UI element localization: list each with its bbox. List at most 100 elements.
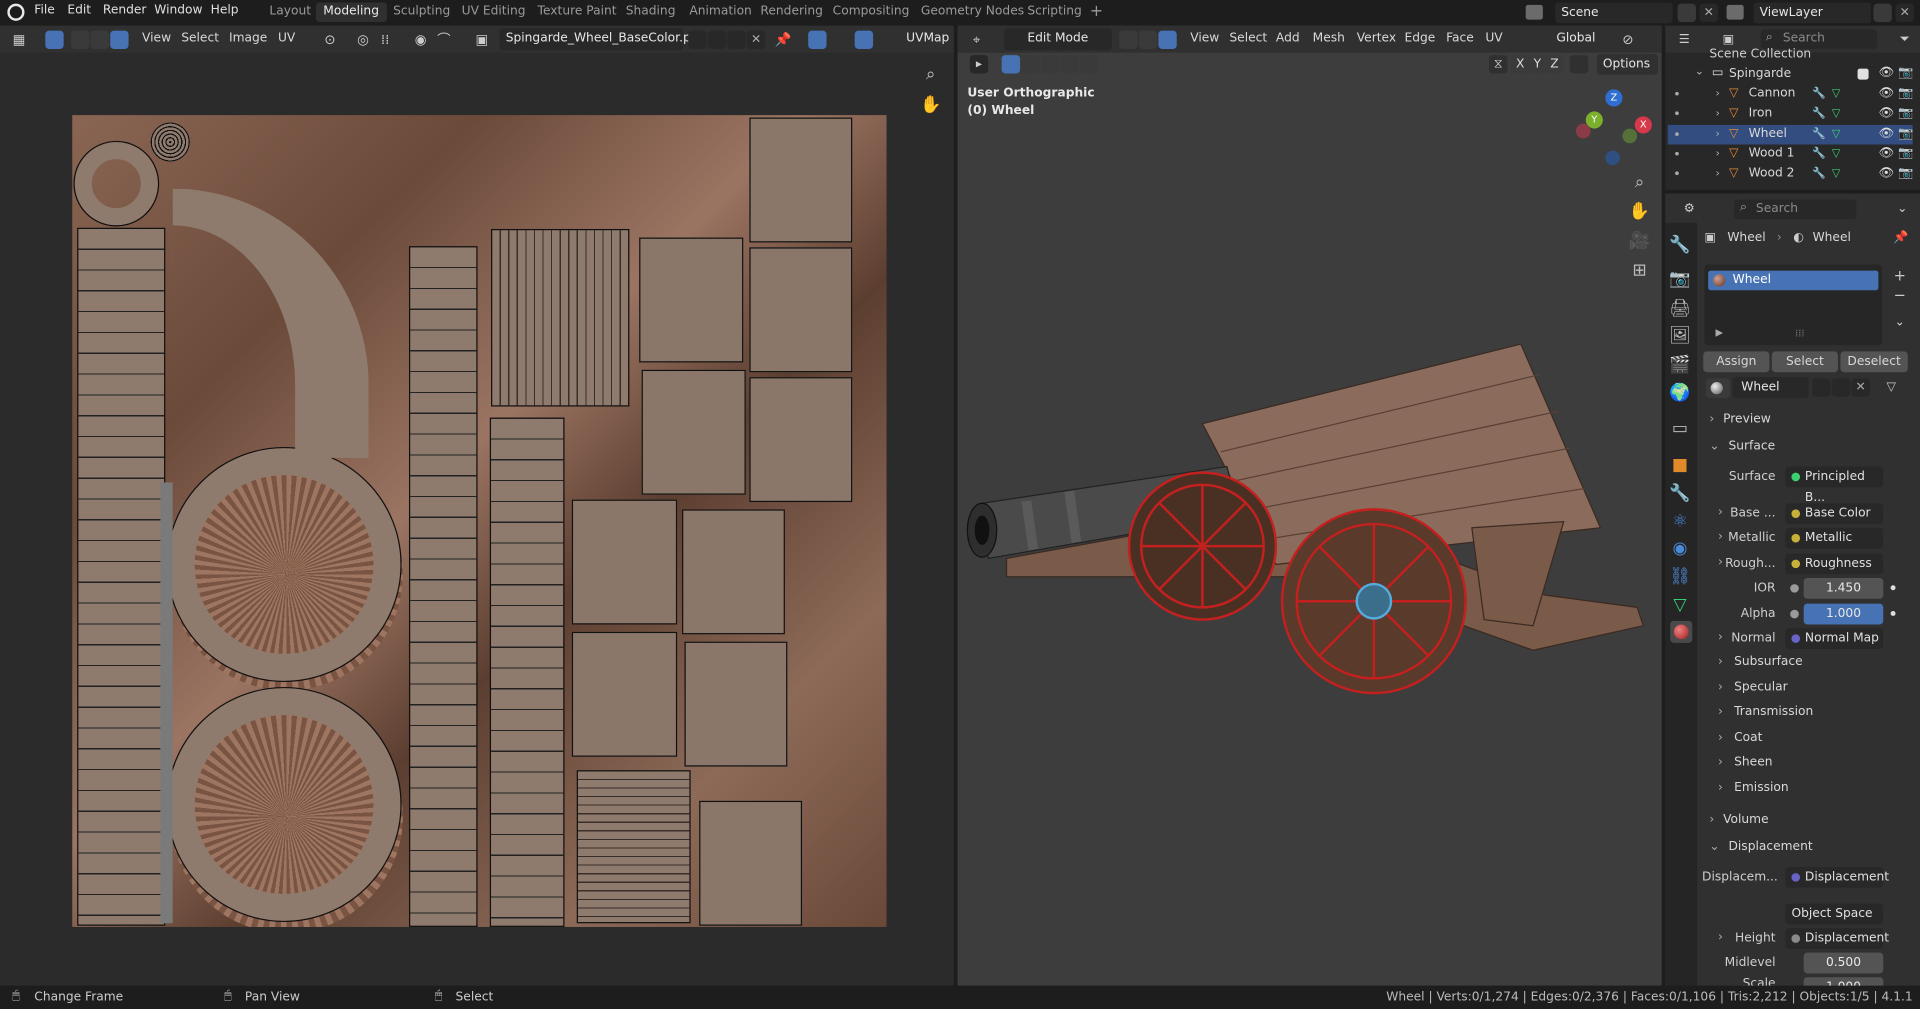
display-mode-icon[interactable]: ▣ — [1719, 30, 1738, 49]
menu-edit[interactable]: Edit — [67, 4, 91, 17]
view-layer-field[interactable]: ViewLayer — [1753, 2, 1872, 24]
preview-section-header[interactable]: › Preview — [1709, 413, 1770, 426]
viewport-editor-type-icon[interactable]: ⌖ — [967, 30, 986, 49]
snap-target-icon[interactable]: ⁞⁞ — [375, 30, 395, 49]
collection-render-icon[interactable]: 📷 — [1898, 66, 1913, 79]
proportional-edit-icon[interactable]: ◉ — [411, 30, 430, 49]
vp-menu-vertex[interactable]: Vertex — [1357, 32, 1396, 45]
midlevel-field[interactable]: 0.500 — [1803, 952, 1884, 974]
expand-arrow-icon[interactable]: › — [1716, 124, 1720, 144]
displacement-input-field[interactable]: Displacement — [1785, 866, 1889, 888]
add-slot-button[interactable]: + — [1890, 266, 1909, 286]
world-tab-icon[interactable]: 🌍 — [1668, 381, 1692, 405]
pan-hand-icon[interactable]: ✋ — [918, 93, 942, 117]
expand-arrow-icon[interactable]: › — [1716, 104, 1720, 124]
new-scene-button[interactable] — [1677, 3, 1696, 23]
overlays-icon[interactable] — [854, 30, 874, 49]
auto-merge-icon[interactable] — [1569, 55, 1589, 74]
vp-menu-view[interactable]: View — [1190, 32, 1219, 45]
scene-tab-icon[interactable]: 🎬 — [1668, 353, 1692, 377]
volume-section-header[interactable]: › Volume — [1709, 813, 1768, 826]
select-extend-icon[interactable] — [1021, 55, 1040, 74]
tab-scripting[interactable]: Scripting — [1020, 2, 1089, 22]
tab-geometry-nodes[interactable]: Geometry Nodes — [913, 2, 1031, 22]
socket-expand-icon[interactable]: › — [1718, 506, 1723, 519]
select-box-tool-icon[interactable]: ▸ — [969, 55, 989, 74]
prop-field-rough[interactable]: Roughness — [1785, 553, 1884, 575]
outliner-search[interactable]: Search — [1760, 29, 1878, 49]
edge-mode-icon[interactable] — [1138, 30, 1158, 49]
render-camera-icon[interactable]: 📷 — [1898, 144, 1913, 164]
uv-texture-canvas[interactable] — [72, 115, 887, 927]
material-name-field[interactable]: Wheel — [1732, 377, 1809, 398]
outliner-item-wood-2[interactable]: › ▽ Wood 2 🔧 ▽ 👁 📷 — [1668, 164, 1913, 184]
collection-row[interactable]: ⌄ ▭ Spingarde 👁 📷 — [1665, 65, 1920, 85]
uv-menu-image[interactable]: Image — [229, 32, 267, 45]
vp-menu-edge[interactable]: Edge — [1405, 32, 1436, 45]
outliner-item-wood-1[interactable]: › ▽ Wood 1 🔧 ▽ 👁 📷 — [1668, 144, 1913, 164]
slot-specials-button[interactable]: ⌄ — [1890, 313, 1909, 332]
prop-field-base[interactable]: Base Color — [1785, 503, 1884, 525]
prop-field-normal[interactable]: Normal Map — [1785, 628, 1884, 649]
material-link-icon[interactable]: ▽ — [1882, 378, 1901, 397]
prop-field-surface[interactable]: Principled B... — [1785, 466, 1884, 504]
mode-dropdown[interactable]: Edit Mode — [1004, 28, 1112, 51]
subsection-specular[interactable]: › Specular — [1718, 680, 1788, 693]
add-workspace-button[interactable]: + — [1082, 2, 1110, 22]
properties-options-icon[interactable]: ⌄ — [1893, 199, 1912, 218]
uv-menu-select[interactable]: Select — [181, 32, 219, 45]
image-name-field[interactable]: Spingarde_Wheel_BaseColor.png — [499, 28, 706, 51]
scale-field[interactable]: 1.000 — [1803, 977, 1884, 986]
displacement-space-dropdown[interactable]: Object Space — [1785, 903, 1884, 925]
keyframe-dot-icon[interactable] — [1891, 561, 1896, 566]
view-layer-tab-icon[interactable]: 🖼 — [1668, 323, 1692, 347]
edge-select-mode-icon[interactable] — [90, 30, 109, 49]
mirror-icon[interactable]: ⧖ — [1488, 55, 1508, 74]
socket-expand-icon[interactable]: › — [1718, 631, 1723, 644]
keyframe-dot-icon[interactable] — [1890, 585, 1896, 591]
gizmo-z-axis[interactable]: Z — [1605, 89, 1623, 107]
select-subtract-icon[interactable] — [1040, 55, 1060, 74]
prop-field-alpha[interactable]: 1.000 — [1803, 603, 1884, 625]
filter-icon[interactable]: ⏷ — [1895, 30, 1914, 49]
gizmo-neg-y[interactable] — [1622, 128, 1638, 144]
tool-tab-icon[interactable]: 🔧 — [1668, 233, 1692, 257]
gizmo-x-axis[interactable]: X — [1634, 116, 1652, 134]
menu-help[interactable]: Help — [211, 4, 239, 17]
blender-logo-icon[interactable] — [7, 3, 25, 21]
output-tab-icon[interactable]: 🖨 — [1668, 296, 1692, 320]
visibility-eye-icon[interactable]: 👁 — [1878, 164, 1894, 184]
scene-field[interactable]: Scene — [1555, 2, 1673, 24]
face-mode-icon[interactable] — [1158, 30, 1177, 49]
scene-selector-icon[interactable] — [1525, 4, 1543, 20]
outliner-item-wheel[interactable]: › ▽ Wheel 🔧 ▽ 👁 📷 — [1667, 124, 1913, 144]
collection-tab-icon[interactable]: ▭ — [1668, 416, 1692, 440]
falloff-icon[interactable]: ⌒ — [434, 30, 454, 49]
select-invert-icon[interactable] — [1060, 55, 1079, 74]
keyframe-dot-icon[interactable] — [1890, 611, 1896, 616]
select-new-icon[interactable] — [1001, 55, 1021, 74]
new-view-layer-button[interactable] — [1873, 3, 1892, 23]
material-slot-active[interactable]: Wheel — [1708, 270, 1879, 291]
camera-view-icon[interactable]: 🎥 — [1627, 229, 1651, 253]
object-tab-icon[interactable]: ■ — [1668, 453, 1692, 477]
outliner-item-iron[interactable]: › ▽ Iron 🔧 ▽ 👁 📷 — [1668, 104, 1913, 124]
tab-uv-editing[interactable]: UV Editing — [454, 2, 533, 22]
visibility-eye-icon[interactable]: 👁 — [1878, 144, 1894, 164]
tab-layout[interactable]: Layout — [262, 2, 318, 22]
slot-expand-icon[interactable]: ▶ — [1716, 327, 1724, 338]
editor-type-icon[interactable]: ▦ — [9, 30, 29, 49]
displacement-section-header[interactable]: ⌄ Displacement — [1709, 840, 1812, 853]
tab-compositing[interactable]: Compositing — [825, 2, 916, 22]
pin-icon[interactable]: 📌 — [773, 30, 793, 49]
menu-window[interactable]: Window — [154, 4, 202, 17]
modifier-tab-icon[interactable]: 🔧 — [1668, 481, 1692, 505]
remove-slot-button[interactable]: − — [1890, 286, 1909, 305]
prop-field-ior[interactable]: 1.450 — [1803, 577, 1884, 599]
subsection-transmission[interactable]: › Transmission — [1718, 705, 1813, 718]
mirror-y-toggle[interactable]: Y — [1528, 55, 1547, 74]
mirror-x-toggle[interactable]: X — [1511, 55, 1530, 74]
material-slots-list[interactable]: Wheel ▶ ⁞⁞⁞ — [1704, 264, 1883, 346]
outliner-item-cannon[interactable]: › ▽ Cannon 🔧 ▽ 👁 📷 — [1668, 84, 1913, 104]
subsection-sheen[interactable]: › Sheen — [1718, 756, 1773, 769]
